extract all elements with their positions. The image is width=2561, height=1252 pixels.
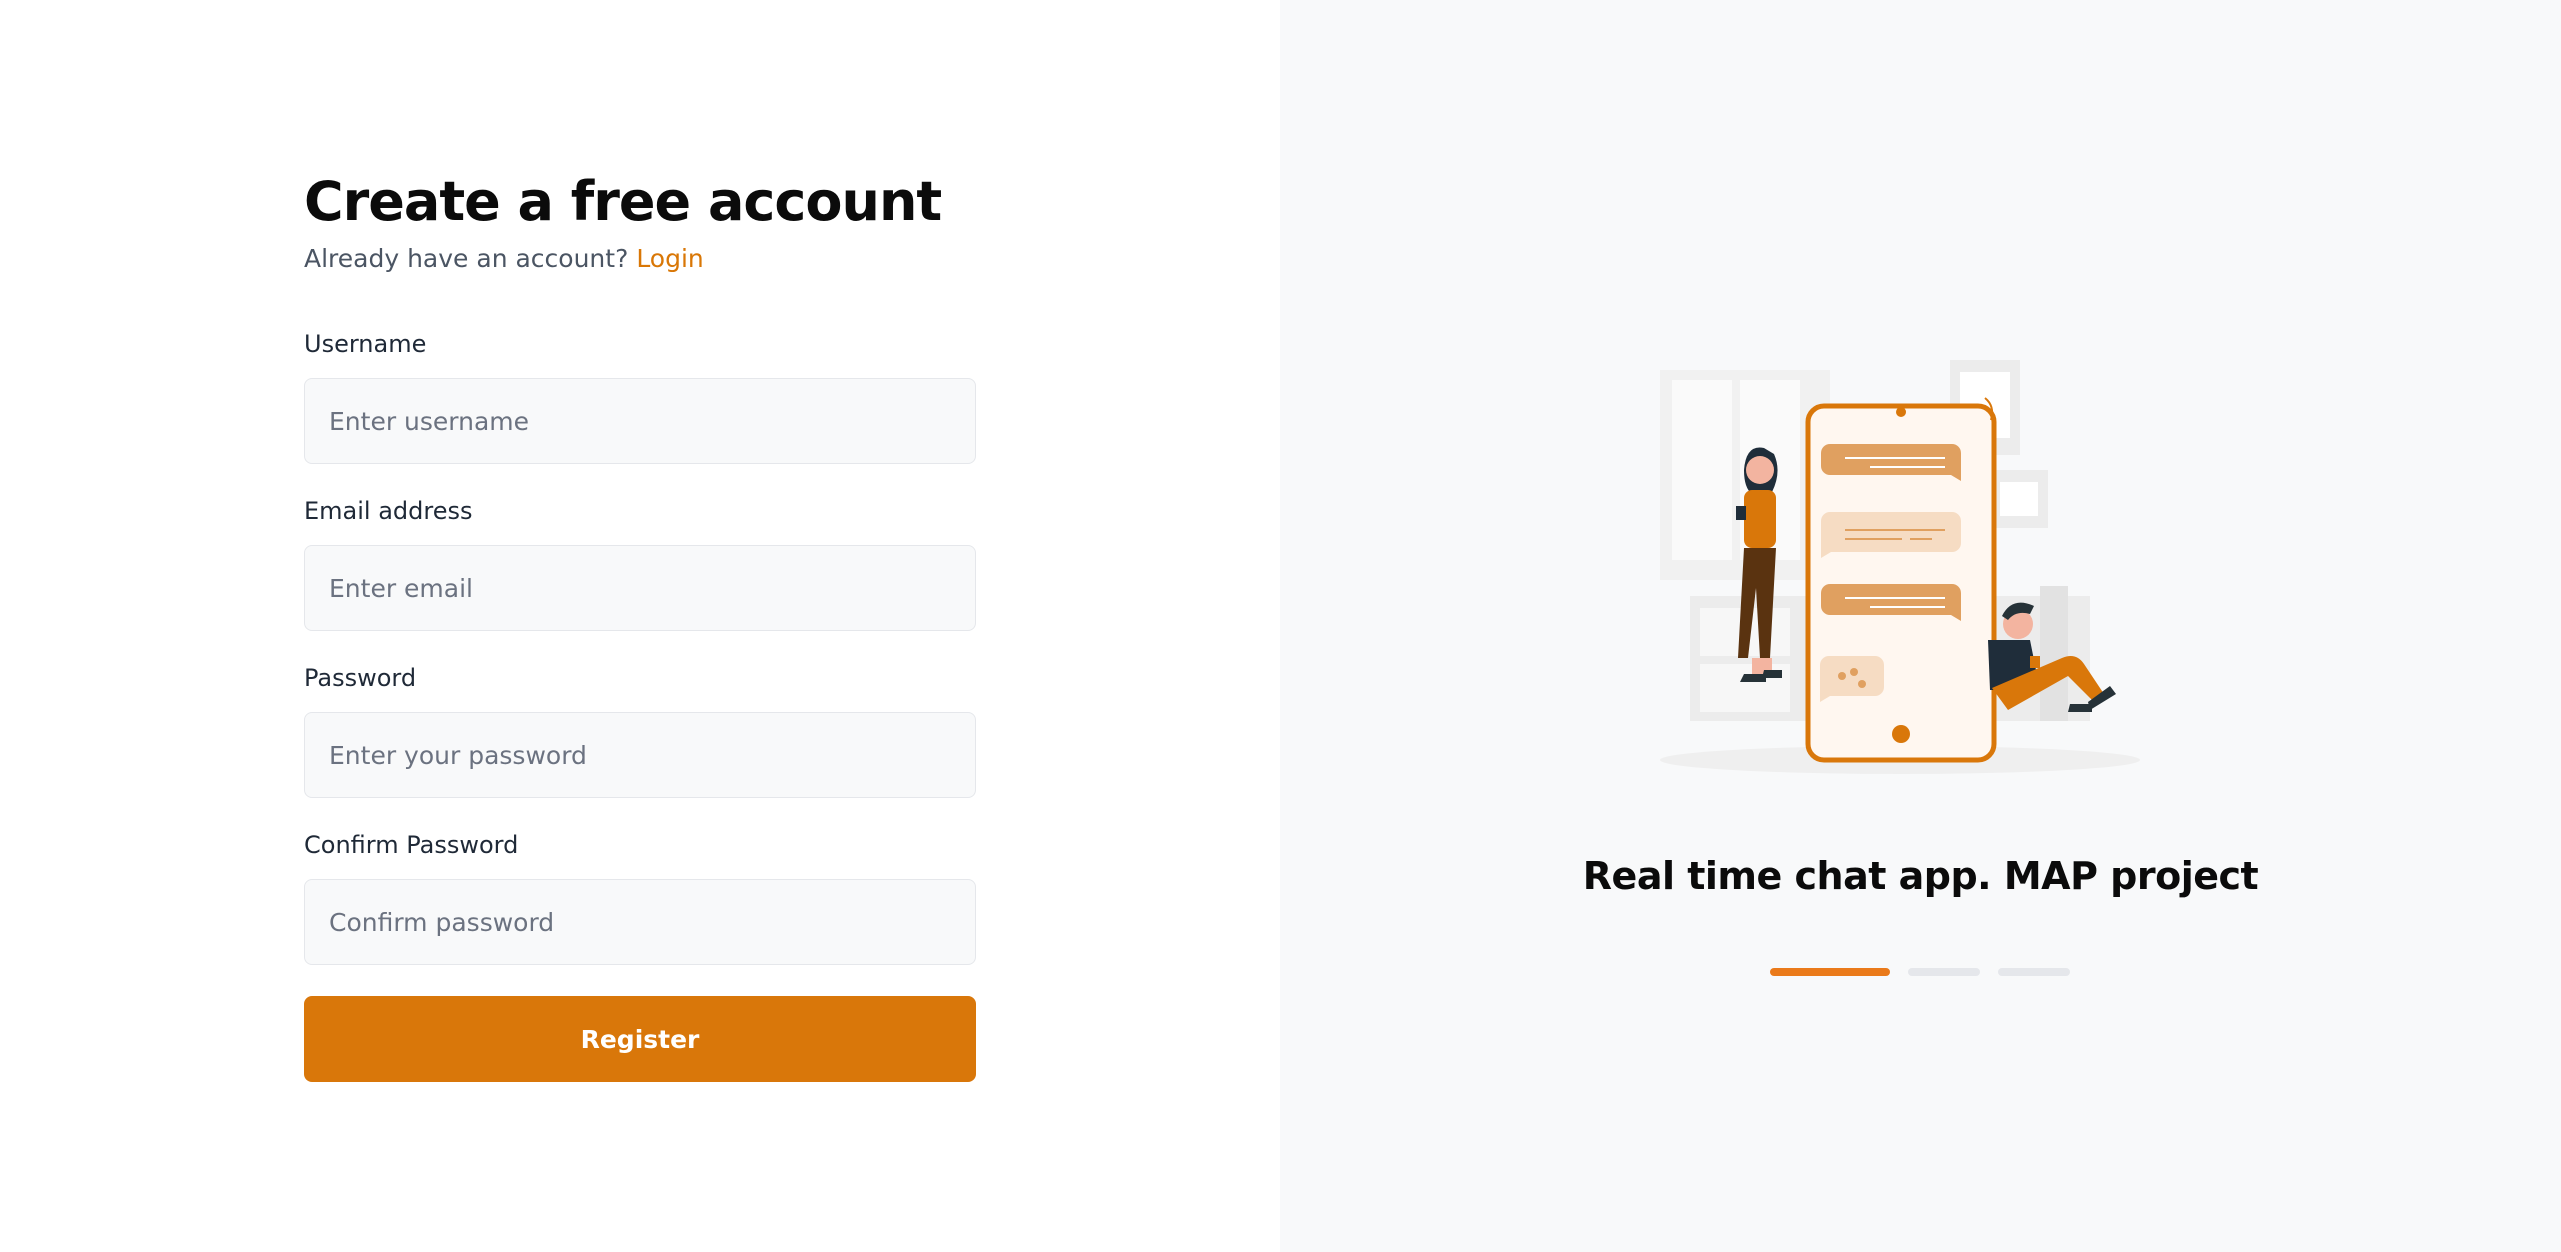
login-prompt-text: Already have an account? — [304, 244, 629, 273]
app-tagline: Real time chat app. MAP project — [1582, 854, 2259, 898]
slide-indicator-2[interactable] — [1908, 968, 1980, 976]
slide-indicator-3[interactable] — [1998, 968, 2070, 976]
password-label: Password — [304, 664, 417, 692]
confirm-password-input[interactable] — [304, 879, 976, 965]
username-label: Username — [304, 330, 427, 358]
register-button[interactable]: Register — [304, 996, 976, 1082]
confirm-password-label: Confirm Password — [304, 831, 519, 859]
login-link[interactable]: Login — [636, 244, 703, 273]
login-prompt: Already have an account? Login — [304, 242, 976, 276]
chat-illustration-icon — [1660, 360, 2140, 774]
slide-indicators — [1770, 968, 2070, 976]
confirm-password-group: Confirm Password — [304, 829, 976, 965]
username-input[interactable] — [304, 378, 976, 464]
password-input[interactable] — [304, 712, 976, 798]
register-form: Create a free account Already have an ac… — [304, 168, 976, 965]
email-group: Email address — [304, 495, 976, 631]
page-title: Create a free account — [304, 170, 942, 233]
slide-indicator-1[interactable] — [1770, 968, 1890, 976]
email-label: Email address — [304, 497, 473, 525]
username-group: Username — [304, 328, 976, 464]
password-group: Password — [304, 662, 976, 798]
email-input[interactable] — [304, 545, 976, 631]
